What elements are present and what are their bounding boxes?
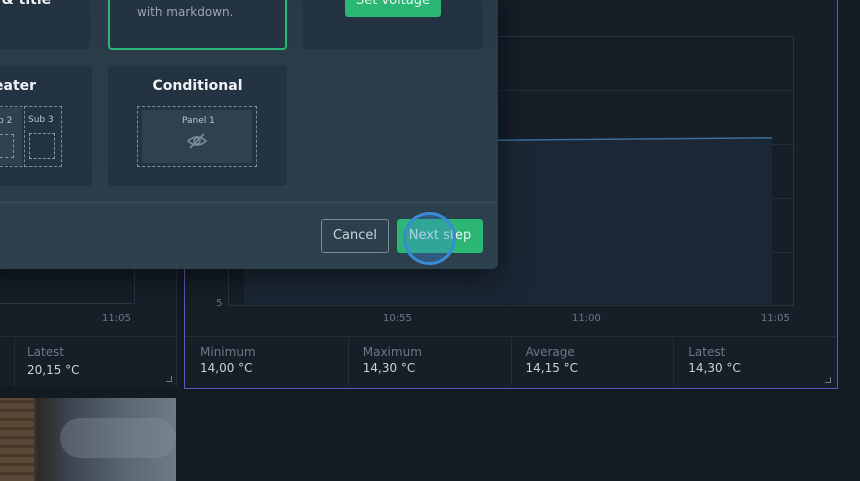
stat-label: Latest (27, 345, 65, 359)
cancel-button[interactable]: Cancel (321, 219, 389, 253)
card-option-title: Conditional (152, 78, 243, 94)
stat-maximum: Maximum 14,30 °C (349, 337, 512, 386)
set-voltage-button[interactable]: Set voltage (345, 0, 441, 17)
next-step-button[interactable]: Next step (397, 219, 483, 253)
dialog-divider (0, 202, 498, 203)
divider (14, 337, 15, 387)
stat-latest: Latest 14,30 °C (674, 337, 836, 386)
sub-panel: b 2 (0, 108, 22, 165)
x-tick-label: 10:55 (383, 313, 412, 324)
placeholder-box (0, 134, 14, 158)
conditional-panel: Panel 1 (142, 110, 252, 163)
wood-texture (0, 398, 34, 481)
card-option-markdown-selected[interactable]: with markdown. (108, 0, 287, 50)
stat-value: 14,00 °C (200, 361, 253, 375)
x-tick-label: 11:05 (102, 313, 131, 324)
card-option-button[interactable]: Set voltage (303, 0, 483, 49)
card-option-vertical-stack[interactable]: eater b 2 Sub 3 (0, 66, 92, 186)
x-tick-label: 11:00 (572, 313, 601, 324)
stat-value: 20,15 °C (27, 363, 80, 377)
stats-row: Minimum 14,00 °C Maximum 14,30 °C Averag… (186, 336, 836, 386)
stat-label: Maximum (362, 345, 422, 359)
sub-panel: Sub 3 (24, 106, 62, 167)
plot-border (0, 303, 135, 304)
panel-label: Panel 1 (182, 116, 215, 126)
markdown-preview-text: with markdown. (137, 5, 234, 19)
stat-value: 14,30 °C (688, 361, 741, 375)
stat-average: Average 14,15 °C (512, 337, 675, 386)
stat-label: Average (525, 345, 575, 359)
card-option-entities[interactable]: t & title (0, 0, 90, 49)
stat-minimum: Minimum 14,00 °C (186, 337, 349, 386)
blur-shape (60, 418, 176, 458)
resize-handle[interactable] (166, 376, 172, 382)
stat-label: Latest (688, 345, 726, 359)
stat-value: 14,30 °C (362, 361, 416, 375)
eye-off-icon (186, 133, 208, 149)
image-card (0, 398, 176, 481)
y-tick-label: 5 (216, 298, 223, 309)
x-tick-label: 11:05 (761, 313, 790, 324)
card-option-title: t & title (0, 0, 52, 8)
sub-label: b 2 (0, 116, 13, 126)
card-option-title: eater (0, 78, 37, 94)
sub-label: Sub 3 (28, 115, 54, 125)
stat-value: 14,15 °C (525, 361, 579, 375)
placeholder-box (29, 133, 55, 159)
resize-handle[interactable] (825, 377, 831, 383)
stats-row: Latest 20,15 °C (0, 336, 176, 387)
card-option-conditional[interactable]: Conditional Panel 1 (108, 66, 287, 186)
add-card-dialog: t & title with markdown. Set voltage eat… (0, 0, 498, 269)
stat-label: Minimum (200, 345, 256, 359)
